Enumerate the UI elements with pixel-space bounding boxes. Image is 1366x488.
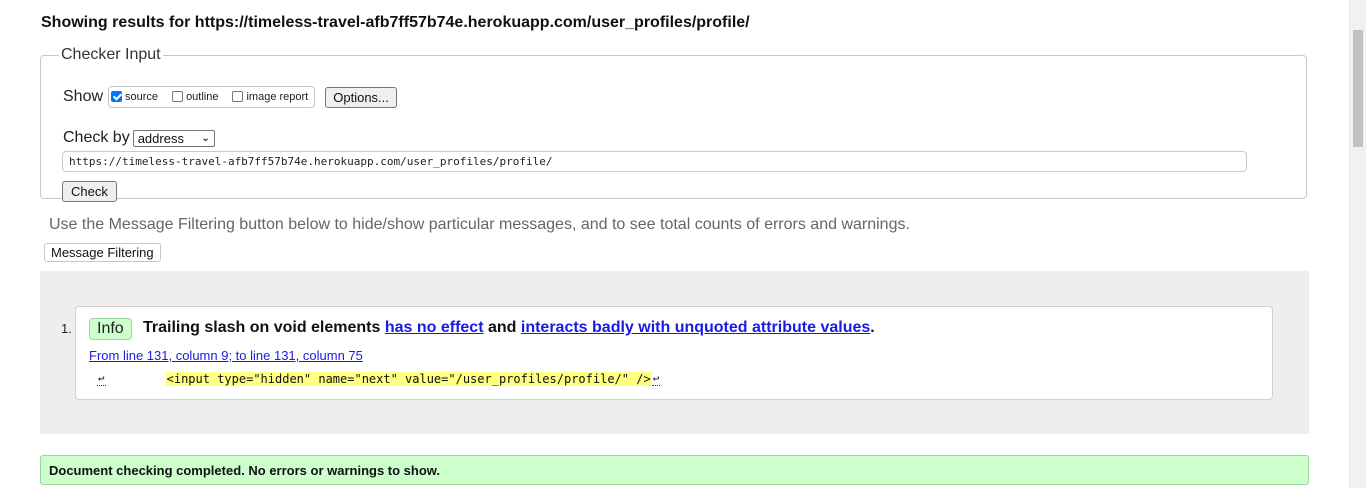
show-options-group: source outline image report bbox=[108, 86, 316, 108]
previous-text-cut-off bbox=[41, 0, 1301, 4]
image-report-checkbox-label: image report bbox=[246, 91, 309, 103]
message-text-after: . bbox=[870, 319, 875, 336]
message-location-link[interactable]: From line 131, column 9; to line 131, co… bbox=[89, 348, 363, 363]
info-badge: Info bbox=[89, 318, 132, 340]
message-filtering-button[interactable]: Message Filtering bbox=[44, 243, 161, 262]
has-no-effect-link[interactable]: has no effect bbox=[385, 319, 484, 336]
message-text: Trailing slash on void elements has no e… bbox=[143, 319, 875, 337]
check-by-row: Check by address ⌄ bbox=[63, 129, 215, 147]
checker-input-panel: Checker Input Show source outline image … bbox=[40, 46, 1307, 202]
check-by-label: Check by bbox=[63, 129, 130, 146]
newline-end-icon: ↩ bbox=[651, 371, 661, 386]
image-report-checkbox[interactable] bbox=[232, 90, 244, 102]
page-title-url: https://timeless-travel-afb7ff57b74e.her… bbox=[194, 14, 750, 31]
page-title-prefix: Showing results for bbox=[41, 14, 195, 31]
options-button[interactable]: Options... bbox=[325, 86, 397, 108]
check-button[interactable]: Check bbox=[62, 181, 117, 202]
message-text-before: Trailing slash on void elements bbox=[143, 319, 385, 336]
message-number: 1. bbox=[61, 321, 72, 336]
vertical-scrollbar[interactable] bbox=[1349, 0, 1366, 488]
source-checkbox[interactable] bbox=[111, 90, 123, 102]
highlighted-code: <input type="hidden" name="next" value="… bbox=[165, 372, 652, 386]
message-text-middle: and bbox=[483, 319, 521, 336]
message-extract: ↩ <input type="hidden" name="next" value… bbox=[97, 371, 661, 386]
show-label: Show bbox=[63, 88, 104, 105]
scrollbar-thumb[interactable] bbox=[1353, 30, 1363, 147]
check-by-select[interactable]: address ⌄ bbox=[132, 129, 215, 147]
url-input[interactable]: https://timeless-travel-afb7ff57b74e.her… bbox=[62, 151, 1247, 172]
results-area: 1. Info Trailing slash on void elements … bbox=[40, 271, 1309, 434]
chevron-down-icon: ⌄ bbox=[201, 132, 210, 144]
check-by-select-value: address bbox=[137, 130, 184, 146]
source-checkbox-label: source bbox=[125, 91, 159, 103]
interacts-badly-link[interactable]: interacts badly with unquoted attribute … bbox=[521, 319, 870, 336]
option-outline[interactable]: outline bbox=[172, 90, 219, 103]
outline-checkbox[interactable] bbox=[172, 90, 184, 102]
page-title: Showing results for https://timeless-tra… bbox=[41, 14, 750, 32]
option-image-report[interactable]: image report bbox=[232, 90, 309, 103]
option-source[interactable]: source bbox=[111, 90, 159, 103]
outline-checkbox-label: outline bbox=[186, 91, 219, 103]
newline-icon: ↩ bbox=[97, 371, 106, 386]
message-filtering-note: Use the Message Filtering button below t… bbox=[49, 216, 910, 233]
message-item: Info Trailing slash on void elements has… bbox=[75, 306, 1273, 400]
checker-input-legend: Checker Input bbox=[61, 46, 161, 63]
checking-completed-status: Document checking completed. No errors o… bbox=[40, 455, 1309, 485]
show-options-row: Show source outline image report Options… bbox=[63, 86, 397, 108]
